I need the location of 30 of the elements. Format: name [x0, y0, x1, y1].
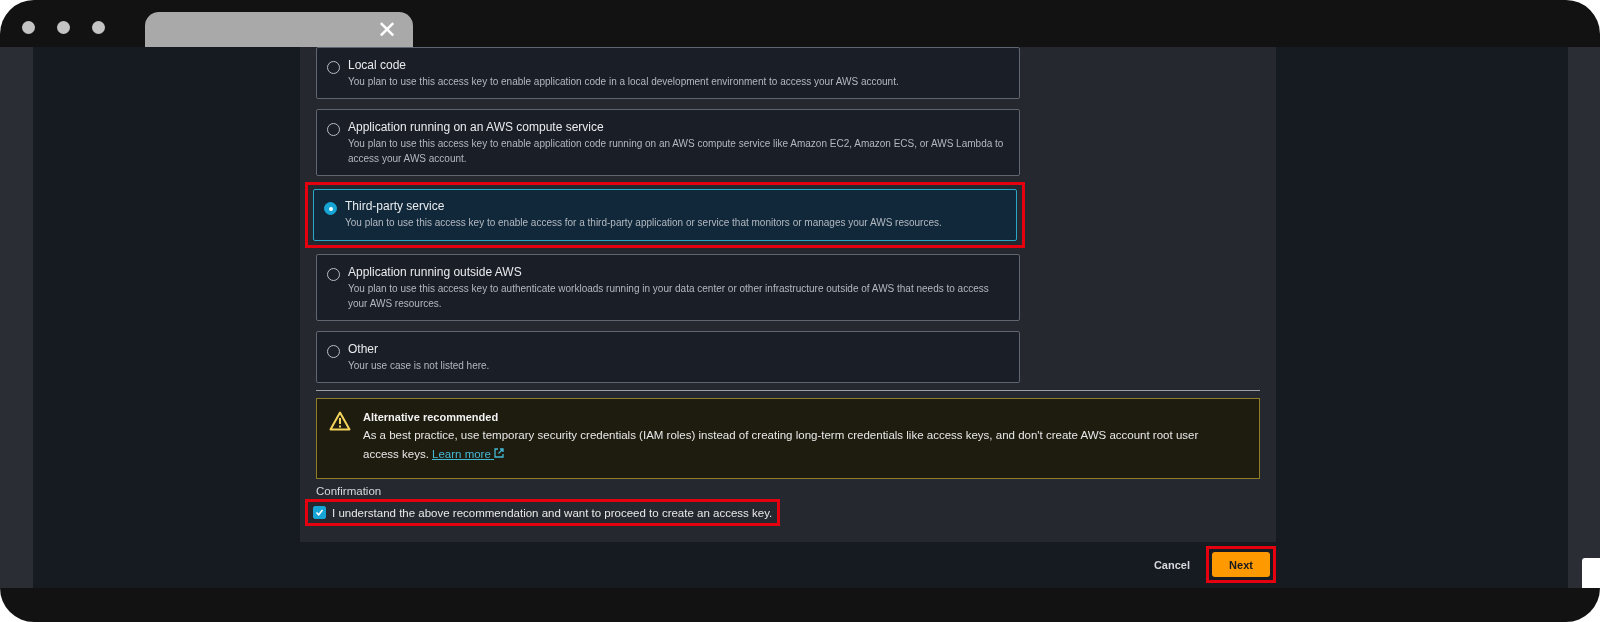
option-title: Application running on an AWS compute service [348, 120, 605, 134]
confirmation-label: Confirmation [316, 485, 383, 497]
alert-title: Alternative recommended [363, 411, 500, 423]
use-case-option[interactable]: Local code You plan to use this access key to enable application code in a local development environment to access your AWS account. [316, 47, 1020, 99]
use-case-option[interactable]: Application running outside AWS You plan to use this access key to authenticate workloads running in your data center or other infrastructure outside of AWS that needs to access your AWS resources. [316, 254, 1020, 321]
learn-more-link[interactable]: Learn more [432, 448, 505, 460]
option-description: You plan to use this access key to enable access for a third-party application or service that monitors or manages your AWS resources. [345, 216, 943, 230]
radio-button[interactable] [324, 202, 337, 215]
option-title: Third-party service [345, 199, 446, 213]
window-control-dot[interactable] [92, 21, 105, 34]
alert-text: As a best practice, use temporary security credentials (IAM roles) instead of creating long-term credentials like access keys, and don't create AWS account root user access keys. Learn more [363, 428, 1200, 462]
use-case-option[interactable]: Third-party service You plan to use this access key to enable access for a third-party application or service that monitors or manages your AWS resources. [313, 189, 1017, 241]
use-case-option[interactable] [316, 109, 1020, 176]
option-description: You plan to use this access key to authenticate workloads running in your data center or other infrastructure outside of AWS that needs to access your AWS resources. [348, 282, 990, 311]
option-description: You plan to use this access key to enable application code in a local development environment to access your AWS account. [348, 75, 900, 89]
use-case-option[interactable]: Other Your use case is not listed here. [316, 331, 1020, 383]
checkbox-label: I understand the above recommendation and want to proceed to create an access key. [332, 506, 773, 519]
option-title: Local code [348, 58, 408, 72]
external-link-icon [494, 448, 505, 458]
warning-icon [329, 411, 351, 431]
next-button[interactable]: Next [1212, 552, 1270, 577]
checkbox[interactable] [313, 506, 326, 519]
option-description: Your use case is not listed here. [348, 359, 491, 373]
cancel-button[interactable]: Cancel [1147, 557, 1196, 572]
checkmark-icon [315, 508, 324, 517]
window-control-dot[interactable] [57, 21, 70, 34]
window-control-dot[interactable] [22, 21, 35, 34]
option-title: Other [348, 342, 379, 356]
option-title: Application running outside AWS [348, 265, 523, 279]
option-description: You plan to use this access key to enable application code running on an AWS compute service like Amazon EC2, Amazon ECS, or AWS Lambda to access your AWS account. [348, 137, 1005, 166]
